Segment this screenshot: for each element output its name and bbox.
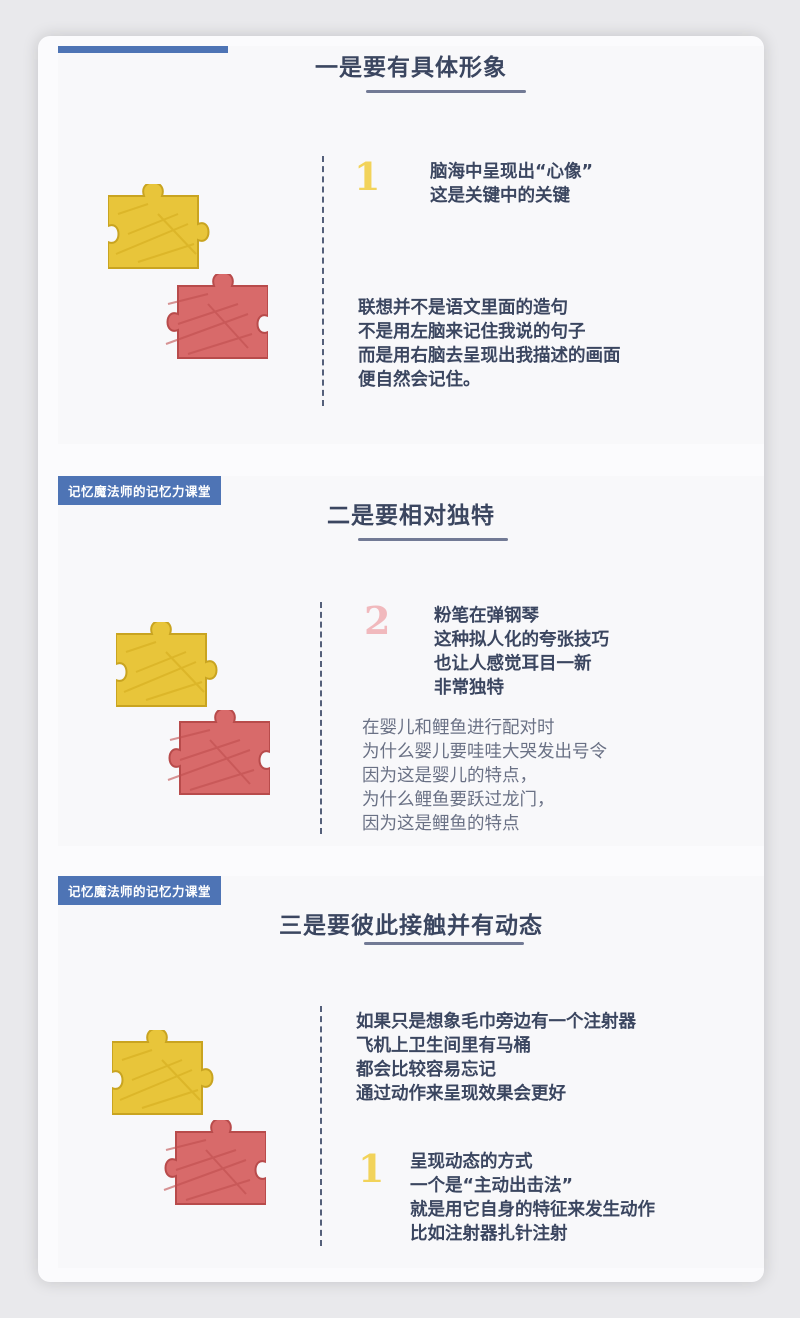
yellow-puzzle-icon xyxy=(112,1030,214,1115)
body-text: 在婴儿和鲤鱼进行配对时 为什么婴儿要哇哇大哭发出号令 因为这是婴儿的特点， 为什… xyxy=(362,718,607,834)
number-marker: 2 xyxy=(364,598,391,643)
highlight-text: 脑海中呈现出“心像” 这是关键中的关键 xyxy=(430,162,594,206)
dashed-divider xyxy=(320,602,322,834)
highlight-text: 粉笔在弹钢琴 这种拟人化的夸张技巧 也让人感觉耳目一新 非常独特 xyxy=(434,606,609,698)
yellow-puzzle-icon xyxy=(116,622,218,707)
red-puzzle-icon xyxy=(165,274,268,359)
red-puzzle-icon xyxy=(167,710,270,795)
dashed-divider xyxy=(320,1006,322,1246)
document-card: 一是要有具体形象 1 脑海中呈现出“心像” 这是关键中的关键 联想并不是语文里面… xyxy=(38,36,764,1282)
highlight-text: 呈现动态的方式 一个是“主动出击法” 就是用它自身的特征来发生动作 比如注射器扎… xyxy=(410,1152,655,1244)
body-text: 联想并不是语文里面的造句 不是用左脑来记住我说的句子 而是用右脑去呈现出我描述的… xyxy=(358,298,621,390)
number-marker: 1 xyxy=(358,1146,385,1191)
brand-tag: 记忆魔法师的记忆力课堂 xyxy=(58,876,222,905)
slide-title: 一是要有具体形象 xyxy=(315,55,507,81)
title-underline xyxy=(364,942,524,945)
title-underline xyxy=(366,90,526,93)
number-marker: 1 xyxy=(354,154,381,199)
slide-3: 记忆魔法师的记忆力课堂 三是要彼此接触并有动态 如果只是想象毛巾旁边有一个注射器… xyxy=(58,876,764,1268)
slide-title: 二是要相对独特 xyxy=(327,503,495,529)
slide-title: 三是要彼此接触并有动态 xyxy=(279,913,543,939)
red-puzzle-icon xyxy=(163,1120,266,1205)
body-text: 如果只是想象毛巾旁边有一个注射器 飞机上卫生间里有马桶 都会比较容易忘记 通过动… xyxy=(356,1012,636,1104)
dashed-divider xyxy=(322,156,324,406)
yellow-puzzle-icon xyxy=(108,184,210,269)
slide-2: 记忆魔法师的记忆力课堂 二是要相对独特 2 粉笔在弹钢琴 这种拟人化的夸张技巧 … xyxy=(58,476,764,846)
slide-1: 一是要有具体形象 1 脑海中呈现出“心像” 这是关键中的关键 联想并不是语文里面… xyxy=(58,46,764,444)
title-underline xyxy=(358,538,508,541)
